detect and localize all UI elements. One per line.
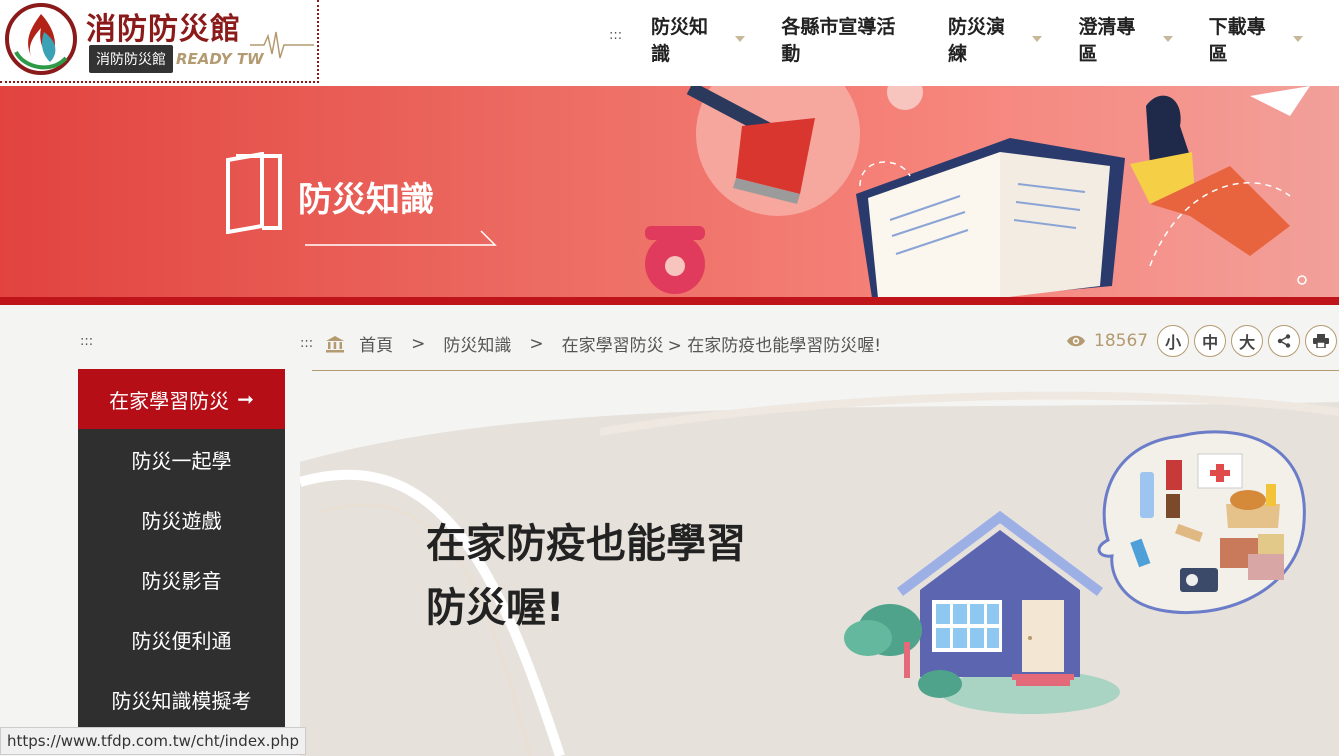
print-button[interactable]: [1305, 325, 1338, 357]
sidebar-item-label: 防災遊戲: [141, 508, 222, 533]
breadcrumb-accesskey-dots[interactable]: :::: [300, 336, 313, 351]
site-logo[interactable]: 消防防災館 READY TW 消防防災館: [0, 0, 319, 83]
banner-illustration: [645, 86, 1310, 298]
nav-item-label: 防災知識: [651, 16, 709, 65]
share-button[interactable]: [1268, 325, 1301, 357]
sidebar-item-learn-together[interactable]: 防災一起學: [78, 429, 285, 489]
sidebar-item-convenience[interactable]: 防災便利通: [78, 609, 285, 669]
share-icon: [1277, 334, 1291, 348]
breadcrumb-home[interactable]: 首頁: [359, 331, 393, 356]
breadcrumb-separator: >: [411, 333, 426, 354]
sidebar-menu: 在家學習防災 ➞ 防災一起學 防災遊戲 防災影音 防災便利通 防災知識模擬考: [78, 369, 285, 729]
main-nav: 防災知識 各縣市宣導活動 防災演練 澄清專區 下載專區: [651, 16, 1339, 65]
nav-item-clarification[interactable]: 澄清專區: [1078, 16, 1173, 65]
sidebar-item-home-learning[interactable]: 在家學習防災 ➞: [78, 369, 285, 429]
banner-divider: [0, 297, 1339, 305]
breadcrumb-current: > 在家防疫也能學習防災喔!: [667, 336, 882, 356]
sidebar-item-label: 防災知識模擬考: [111, 688, 252, 713]
nav-accesskey-dots[interactable]: :::: [609, 28, 622, 43]
font-medium-button[interactable]: 中: [1194, 325, 1227, 357]
nav-item-label: 各縣市宣導活動: [781, 16, 896, 65]
arrow-right-icon: ➞: [237, 387, 254, 411]
sidebar-item-label: 防災一起學: [131, 448, 232, 473]
logo-tooltip: 消防防災館: [89, 45, 173, 73]
nav-item-activities[interactable]: 各縣市宣導活動: [781, 16, 912, 65]
nav-item-drills[interactable]: 防災演練: [948, 16, 1043, 65]
nav-item-label: 防災演練: [948, 16, 1006, 65]
nav-item-knowledge[interactable]: 防災知識: [651, 16, 746, 65]
eye-icon: [1067, 335, 1085, 347]
content-title: 在家防疫也能學習 防災喔!: [426, 512, 746, 640]
caret-down-icon: [1032, 36, 1043, 42]
breadcrumb: ::: 首頁 > 防災知識 > 在家學習防災 > 在家防疫也能學習防災喔!: [300, 331, 882, 357]
caret-down-icon: [1293, 36, 1303, 42]
sidebar-accesskey-dots[interactable]: :::: [80, 334, 93, 349]
page-title: 防災知識: [298, 180, 434, 220]
font-small-button[interactable]: 小: [1157, 325, 1190, 357]
page-banner: 防災知識: [0, 86, 1339, 298]
title-underline: [305, 230, 497, 246]
browser-status-url: https://www.tfdp.com.tw/cht/index.php: [0, 727, 306, 755]
sidebar-item-label: 防災影音: [141, 568, 222, 593]
content-title-line2: 防災喔!: [426, 585, 565, 631]
print-icon: [1313, 334, 1330, 348]
nav-item-label: 下載專區: [1208, 16, 1266, 65]
sidebar-item-label: 在家學習防災: [109, 388, 230, 413]
sidebar-item-games[interactable]: 防災遊戲: [78, 489, 285, 549]
breadcrumb-home-learning[interactable]: 在家學習防災: [562, 331, 664, 356]
view-count: 18567: [1094, 331, 1149, 351]
nav-item-label: 澄清專區: [1078, 16, 1136, 65]
caret-down-icon: [1162, 36, 1173, 42]
breadcrumb-separator: >: [529, 333, 544, 354]
page-tools: 18567 小 中 大: [1066, 325, 1338, 357]
book-icon: [226, 152, 282, 234]
content-title-line1: 在家防疫也能學習: [426, 521, 746, 567]
logo-emblem-icon: [5, 3, 77, 75]
font-large-button[interactable]: 大: [1231, 325, 1264, 357]
breadcrumb-rule: [312, 370, 1339, 371]
sidebar-item-label: 防災便利通: [131, 628, 232, 653]
view-counter: 18567: [1066, 331, 1148, 351]
site-header: 消防防災館 READY TW 消防防災館 ::: 防災知識 各縣市宣導活動 防災…: [0, 0, 1339, 86]
caret-down-icon: [735, 36, 746, 42]
nav-item-downloads[interactable]: 下載專區: [1209, 16, 1303, 65]
sidebar-item-videos[interactable]: 防災影音: [78, 549, 285, 609]
logo-title: 消防防災館: [86, 12, 241, 47]
heartbeat-line-icon: [250, 31, 314, 59]
breadcrumb-knowledge[interactable]: 防災知識: [443, 331, 511, 356]
home-icon: [326, 335, 345, 352]
sidebar-item-mock-exam[interactable]: 防災知識模擬考: [78, 669, 285, 729]
